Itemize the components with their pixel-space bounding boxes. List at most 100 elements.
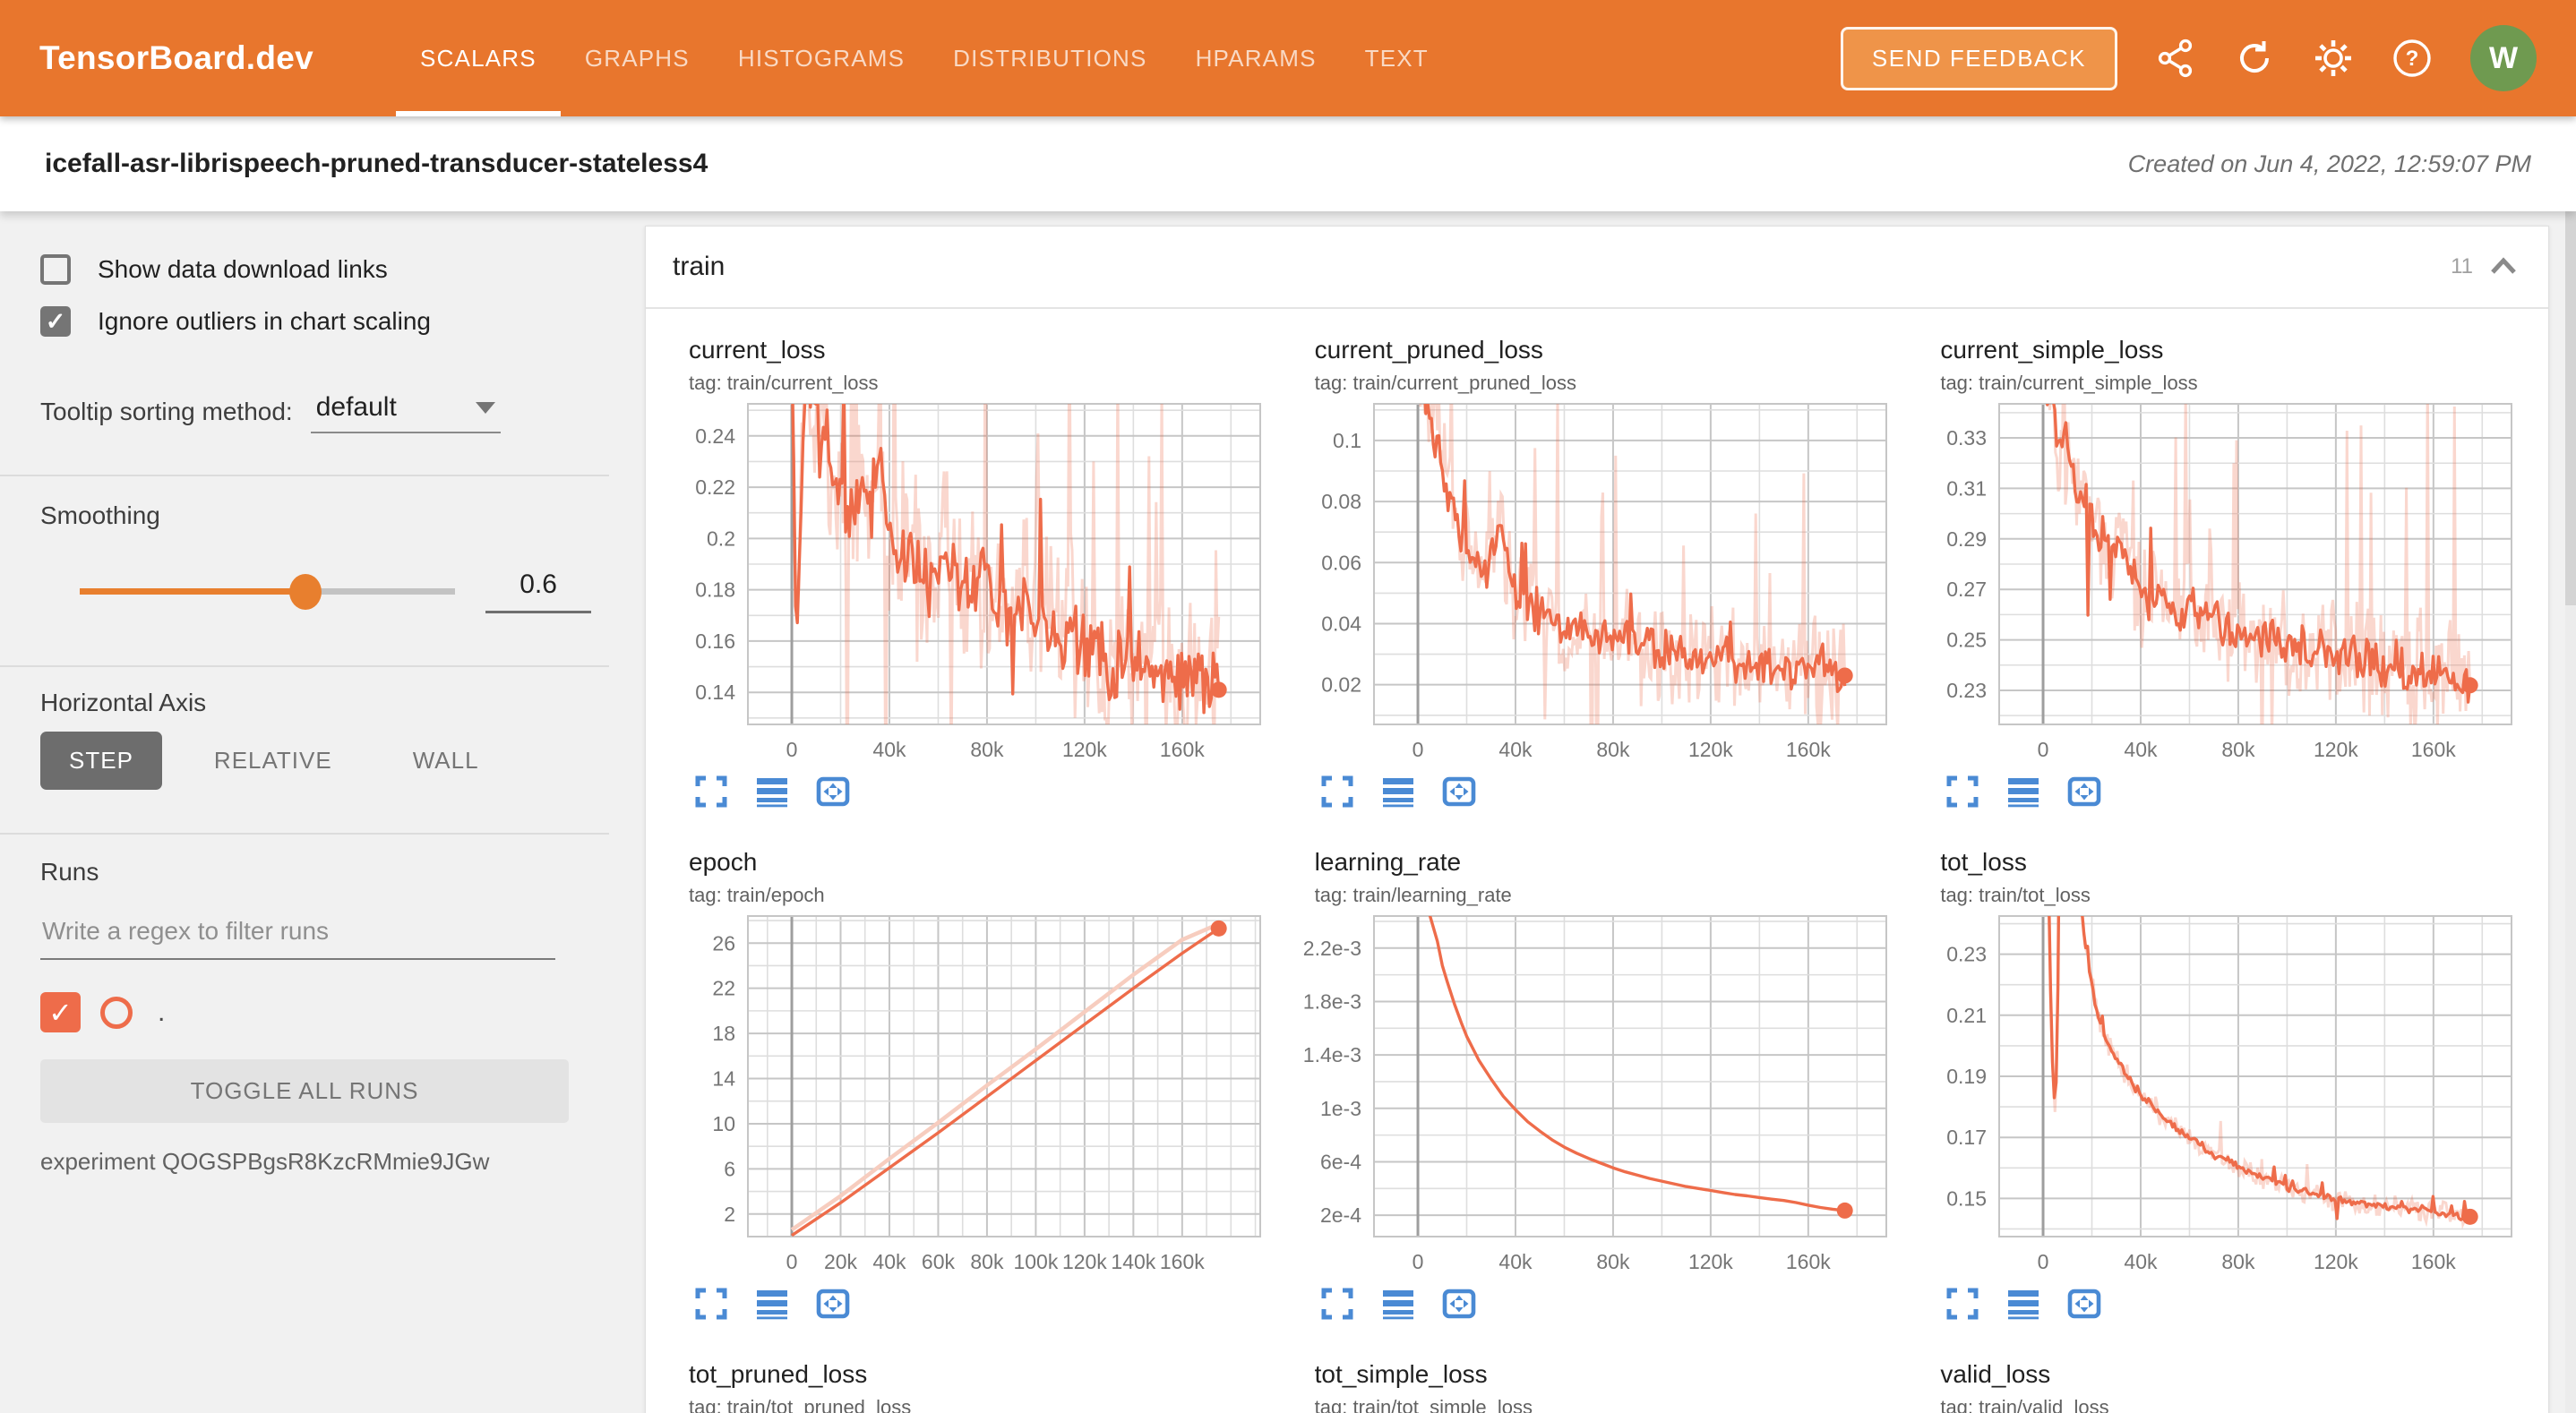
tab-scalars[interactable]: SCALARS bbox=[396, 0, 561, 116]
tooltip-sorting-row: Tooltip sorting method: default bbox=[40, 392, 591, 433]
run-color-swatch-icon[interactable] bbox=[100, 997, 133, 1029]
toggle-y-axis-button[interactable] bbox=[2006, 775, 2040, 809]
chart-plot-current_simple_loss[interactable]: 0.330.310.290.270.250.23040k80k120k160k bbox=[1922, 402, 2513, 764]
chart-plot-learning_rate[interactable]: 2.2e-31.8e-31.4e-31e-36e-42e-4040k80k120… bbox=[1297, 914, 1888, 1276]
svg-text:0.15: 0.15 bbox=[1947, 1186, 1988, 1210]
fullscreen-icon bbox=[1945, 1287, 1979, 1321]
svg-text:18: 18 bbox=[712, 1022, 735, 1045]
svg-text:160k: 160k bbox=[1786, 738, 1831, 761]
svg-text:0.33: 0.33 bbox=[1947, 426, 1988, 450]
smoothing-slider[interactable] bbox=[80, 588, 455, 595]
expand-chart-button[interactable] bbox=[1945, 775, 1979, 809]
svg-text:0: 0 bbox=[786, 1250, 798, 1273]
svg-text:80k: 80k bbox=[970, 738, 1004, 761]
toggle-all-runs-button[interactable]: TOGGLE ALL RUNS bbox=[40, 1059, 569, 1123]
axis-button-wall[interactable]: WALL bbox=[384, 732, 508, 790]
svg-text:2.2e-3: 2.2e-3 bbox=[1302, 937, 1361, 960]
tab-text[interactable]: TEXT bbox=[1341, 0, 1453, 116]
section-title: train bbox=[673, 252, 725, 282]
settings-sidebar: Show data download links ✓ Ignore outlie… bbox=[0, 211, 609, 1413]
help-button[interactable]: ? bbox=[2391, 38, 2433, 79]
svg-text:?: ? bbox=[2406, 47, 2419, 71]
smoothing-value-input[interactable]: 0.6 bbox=[485, 569, 591, 613]
svg-text:6e-4: 6e-4 bbox=[1320, 1150, 1361, 1173]
svg-text:80k: 80k bbox=[970, 1250, 1004, 1273]
scrollbar-thumb[interactable] bbox=[2565, 211, 2576, 605]
svg-text:80k: 80k bbox=[2222, 1250, 2256, 1273]
toggle-y-axis-button[interactable] bbox=[2006, 1287, 2040, 1321]
svg-text:160k: 160k bbox=[2411, 1250, 2456, 1273]
checkbox-label: Show data download links bbox=[98, 255, 388, 284]
show-download-links-checkbox[interactable]: Show data download links bbox=[40, 254, 591, 285]
runs-label: Runs bbox=[40, 858, 591, 886]
svg-text:40k: 40k bbox=[1498, 1250, 1533, 1273]
user-avatar[interactable]: W bbox=[2470, 25, 2537, 91]
expand-chart-button[interactable] bbox=[694, 775, 728, 809]
dashboard-tabs: SCALARSGRAPHSHISTOGRAMSDISTRIBUTIONSHPAR… bbox=[396, 0, 1453, 116]
horizontal-bars-icon bbox=[1381, 775, 1415, 809]
share-button[interactable] bbox=[2155, 38, 2196, 79]
help-icon: ? bbox=[2391, 38, 2433, 79]
run-checkbox-checked-icon[interactable]: ✓ bbox=[40, 992, 81, 1032]
svg-text:0.19: 0.19 bbox=[1947, 1065, 1988, 1088]
app-logo: TensorBoard.dev bbox=[39, 39, 313, 77]
fit-to-data-icon bbox=[816, 775, 850, 809]
tab-histograms[interactable]: HISTOGRAMS bbox=[714, 0, 929, 116]
chart-title: valid_loss bbox=[1940, 1360, 2548, 1389]
svg-text:26: 26 bbox=[712, 931, 735, 955]
fullscreen-icon bbox=[694, 775, 728, 809]
toggle-y-axis-button[interactable] bbox=[755, 775, 789, 809]
svg-text:0.23: 0.23 bbox=[1947, 679, 1988, 702]
expand-chart-button[interactable] bbox=[694, 1287, 728, 1321]
runs-regex-input[interactable] bbox=[40, 904, 555, 960]
tab-hparams[interactable]: HPARAMS bbox=[1172, 0, 1341, 116]
toggle-y-axis-button[interactable] bbox=[1381, 775, 1415, 809]
expand-chart-button[interactable] bbox=[1945, 1287, 1979, 1321]
divider bbox=[0, 475, 609, 476]
chart-title: current_simple_loss bbox=[1940, 336, 2548, 364]
svg-text:0.14: 0.14 bbox=[695, 681, 735, 704]
tab-graphs[interactable]: GRAPHS bbox=[561, 0, 714, 116]
ignore-outliers-checkbox[interactable]: ✓ Ignore outliers in chart scaling bbox=[40, 306, 591, 337]
svg-text:60k: 60k bbox=[922, 1250, 956, 1273]
experiment-title: icefall-asr-librispeech-pruned-transduce… bbox=[45, 149, 708, 179]
train-section-header[interactable]: train 11 bbox=[646, 227, 2548, 309]
chart-plot-tot_loss[interactable]: 0.230.210.190.170.15040k80k120k160k bbox=[1922, 914, 2513, 1276]
send-feedback-button[interactable]: SEND FEEDBACK bbox=[1841, 27, 2117, 90]
chart-plot-current_loss[interactable]: 0.240.220.20.180.160.14040k80k120k160k bbox=[671, 402, 1262, 764]
refresh-button[interactable] bbox=[2234, 38, 2275, 79]
svg-text:160k: 160k bbox=[1786, 1250, 1831, 1273]
checkbox-unchecked-icon bbox=[40, 254, 71, 285]
chart-plot-current_pruned_loss[interactable]: 0.10.080.060.040.02040k80k120k160k bbox=[1297, 402, 1888, 764]
settings-button[interactable] bbox=[2313, 38, 2354, 79]
fit-domain-button[interactable] bbox=[2067, 1287, 2101, 1321]
slider-thumb[interactable] bbox=[289, 574, 322, 610]
expand-chart-button[interactable] bbox=[1320, 1287, 1354, 1321]
toggle-y-axis-button[interactable] bbox=[755, 1287, 789, 1321]
divider bbox=[0, 833, 609, 835]
scalar-chart-card: epochtag: train/epoch262218141062020k40k… bbox=[671, 821, 1297, 1333]
svg-text:80k: 80k bbox=[1596, 738, 1630, 761]
tooltip-sorting-dropdown[interactable]: default bbox=[311, 392, 501, 433]
scalar-chart-card: tot_simple_losstag: train/tot_simple_los… bbox=[1297, 1333, 1923, 1413]
svg-text:1.4e-3: 1.4e-3 bbox=[1302, 1043, 1361, 1066]
fit-domain-button[interactable] bbox=[1442, 775, 1476, 809]
expand-chart-button[interactable] bbox=[1320, 775, 1354, 809]
axis-button-relative[interactable]: RELATIVE bbox=[185, 732, 361, 790]
collapse-section-button[interactable] bbox=[2486, 249, 2521, 285]
chart-plot-epoch[interactable]: 262218141062020k40k60k80k100k120k140k160… bbox=[671, 914, 1262, 1276]
fit-domain-button[interactable] bbox=[816, 1287, 850, 1321]
tooltip-sorting-label: Tooltip sorting method: bbox=[40, 398, 293, 433]
chart-tag: tag: train/tot_loss bbox=[1940, 884, 2548, 907]
svg-text:0: 0 bbox=[786, 738, 798, 761]
fit-domain-button[interactable] bbox=[2067, 775, 2101, 809]
fit-domain-button[interactable] bbox=[816, 775, 850, 809]
svg-text:20k: 20k bbox=[824, 1250, 858, 1273]
axis-button-step[interactable]: STEP bbox=[40, 732, 162, 790]
toggle-y-axis-button[interactable] bbox=[1381, 1287, 1415, 1321]
chart-toolbar bbox=[1320, 1287, 1923, 1321]
fit-domain-button[interactable] bbox=[1442, 1287, 1476, 1321]
tab-distributions[interactable]: DISTRIBUTIONS bbox=[929, 0, 1171, 116]
fullscreen-icon bbox=[1320, 1287, 1354, 1321]
fit-to-data-icon bbox=[1442, 1287, 1476, 1321]
